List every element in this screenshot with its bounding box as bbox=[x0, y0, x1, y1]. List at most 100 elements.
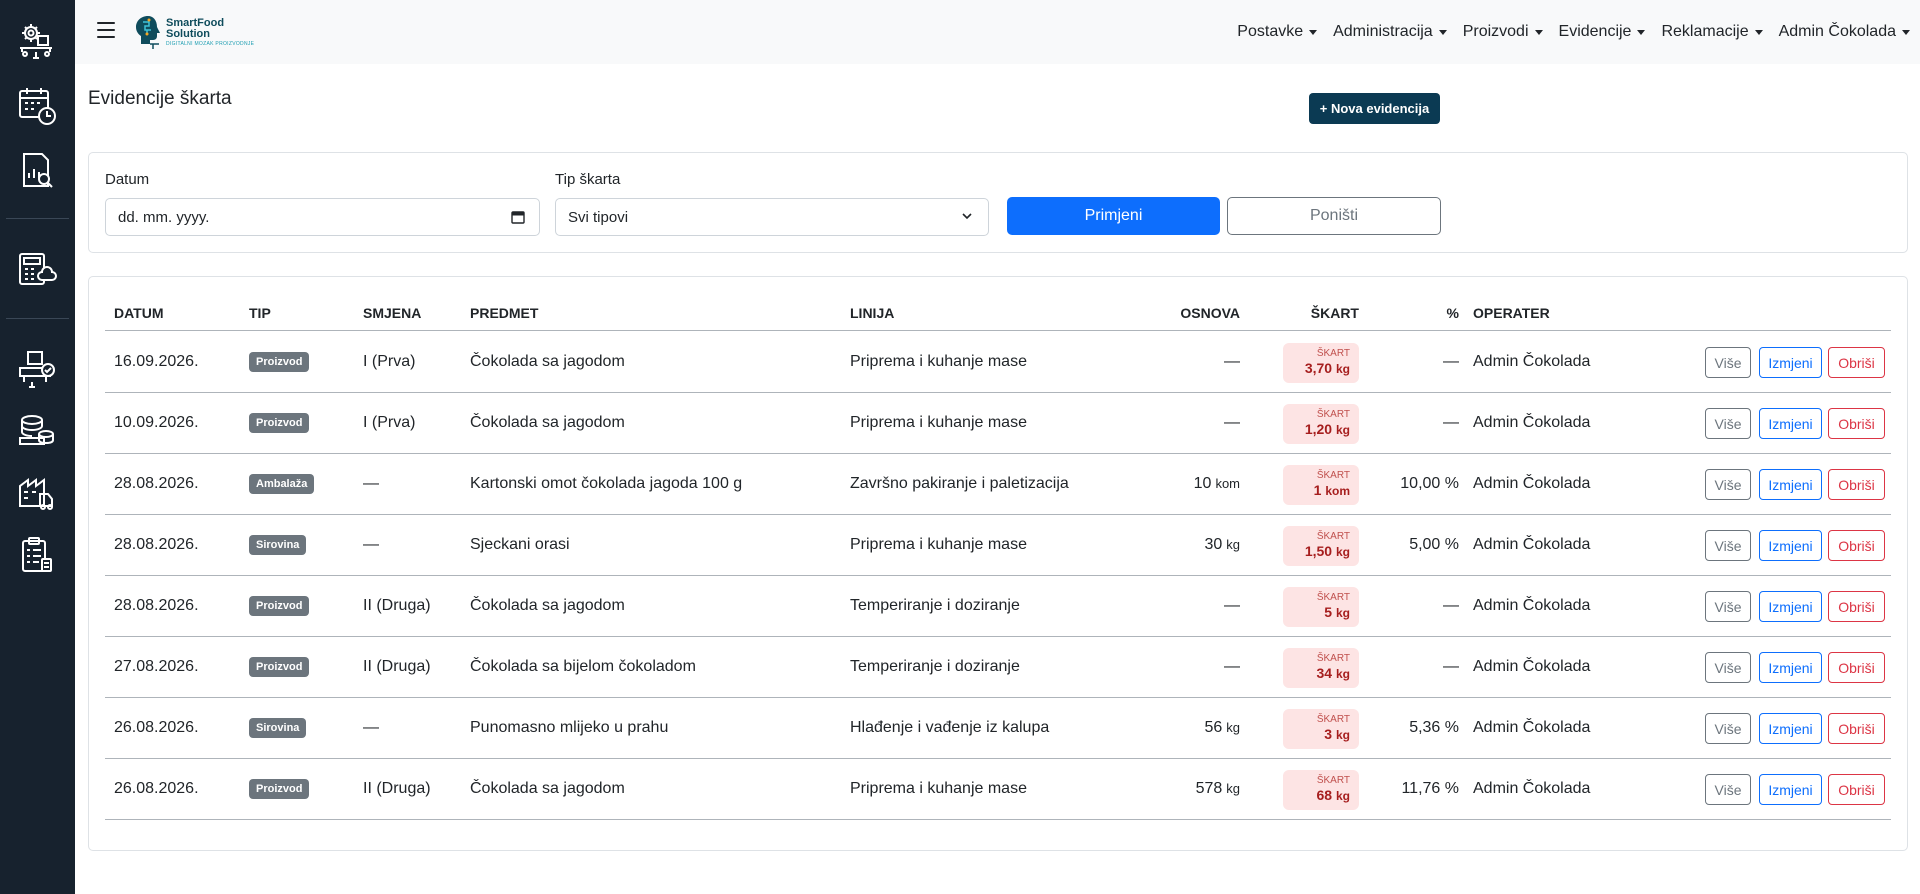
factory-truck-icon[interactable] bbox=[16, 472, 58, 514]
sidebar-separator bbox=[6, 218, 69, 219]
cell-linija: Temperiranje i doziranje bbox=[850, 597, 1020, 614]
cell-percent: — bbox=[1443, 414, 1459, 431]
nav-administracija[interactable]: Administracija bbox=[1333, 23, 1447, 41]
th-linija[interactable]: LINIJA bbox=[850, 295, 894, 331]
osnova-unit: kg bbox=[1226, 720, 1240, 735]
more-button[interactable]: Više bbox=[1705, 530, 1751, 561]
th-tip[interactable]: TIP bbox=[249, 295, 271, 331]
type-select[interactable]: Svi tipovi bbox=[555, 198, 989, 236]
edit-button[interactable]: Izmjeni bbox=[1759, 713, 1822, 744]
delete-button[interactable]: Obriši bbox=[1828, 469, 1885, 500]
cell-linija: Hlađenje i vađenje iz kalupa bbox=[850, 719, 1050, 736]
cell-linija: Temperiranje i doziranje bbox=[850, 658, 1020, 675]
table-row: 10.09.2026. Proizvod I (Prva) Čokolada s… bbox=[105, 393, 1891, 454]
skart-value: 34 bbox=[1316, 665, 1333, 681]
nav-evidencije[interactable]: Evidencije bbox=[1559, 23, 1646, 41]
clipboard-list-icon[interactable] bbox=[16, 535, 58, 577]
date-input[interactable]: dd. mm. yyyy. bbox=[105, 198, 540, 236]
edit-button[interactable]: Izmjeni bbox=[1759, 469, 1822, 500]
table-header: DATUM TIP SMJENA PREDMET LINIJA OSNOVA Š… bbox=[105, 295, 1891, 331]
cell-linija: Priprema i kuhanje mase bbox=[850, 414, 1027, 431]
delete-button[interactable]: Obriši bbox=[1828, 713, 1885, 744]
more-button[interactable]: Više bbox=[1705, 469, 1751, 500]
edit-button[interactable]: Izmjeni bbox=[1759, 347, 1822, 378]
type-badge: Proizvod bbox=[249, 778, 310, 799]
edit-button[interactable]: Izmjeni bbox=[1759, 591, 1822, 622]
cell-smjena: — bbox=[363, 536, 379, 553]
nav-label: Admin Čokolada bbox=[1778, 23, 1896, 40]
cell-tip: Proizvod bbox=[249, 332, 310, 392]
reset-filter-button[interactable]: Poništi bbox=[1227, 197, 1441, 235]
cell-datum: 26.08.2026. bbox=[114, 719, 199, 736]
osnova-value: 578 bbox=[1195, 780, 1223, 797]
th-operater[interactable]: OPERATER bbox=[1473, 295, 1550, 331]
delete-button[interactable]: Obriši bbox=[1828, 347, 1885, 378]
more-button[interactable]: Više bbox=[1705, 408, 1751, 439]
calendar-icon[interactable] bbox=[511, 210, 525, 224]
report-search-icon[interactable] bbox=[16, 150, 58, 192]
more-button[interactable]: Više bbox=[1705, 652, 1751, 683]
th-predmet[interactable]: PREDMET bbox=[470, 295, 538, 331]
stack-coins-icon[interactable] bbox=[16, 410, 58, 452]
cell-operater: Admin Čokolada bbox=[1473, 597, 1591, 614]
caret-down-icon bbox=[1438, 29, 1447, 35]
delete-button[interactable]: Obriši bbox=[1828, 774, 1885, 805]
th-osnova[interactable]: OSNOVA bbox=[1140, 295, 1240, 331]
cell-predmet: Čokolada sa jagodom bbox=[470, 597, 625, 614]
type-badge: Sirovina bbox=[249, 534, 307, 555]
delete-button[interactable]: Obriši bbox=[1828, 408, 1885, 439]
new-record-button[interactable]: + Nova evidencija bbox=[1309, 93, 1440, 124]
more-button[interactable]: Više bbox=[1705, 713, 1751, 744]
main-nav: Postavke Administracija Proizvodi Eviden… bbox=[1221, 0, 1910, 64]
topbar: SmartFood Solution DIGITALNI MOZAK PROIZ… bbox=[75, 0, 1920, 64]
th-percent[interactable]: % bbox=[1359, 295, 1459, 331]
delete-button[interactable]: Obriši bbox=[1828, 652, 1885, 683]
skart-unit: kg bbox=[1335, 423, 1350, 437]
cell-operater: Admin Čokolada bbox=[1473, 475, 1591, 492]
caret-down-icon bbox=[1534, 29, 1543, 35]
apply-filter-button[interactable]: Primjeni bbox=[1007, 197, 1220, 235]
cell-percent: 5,36 % bbox=[1409, 719, 1459, 736]
edit-button[interactable]: Izmjeni bbox=[1759, 530, 1822, 561]
cell-smjena: II (Druga) bbox=[363, 658, 431, 675]
cell-predmet: Sjeckani orasi bbox=[470, 536, 570, 553]
skart-value: 68 bbox=[1316, 787, 1333, 803]
delete-button[interactable]: Obriši bbox=[1828, 530, 1885, 561]
delete-button[interactable]: Obriši bbox=[1828, 591, 1885, 622]
table-row: 28.08.2026. Ambalaža — Kartonski omot čo… bbox=[105, 454, 1891, 515]
nav-label: Evidencije bbox=[1558, 23, 1632, 40]
cell-datum: 10.09.2026. bbox=[114, 414, 199, 431]
cell-osnova: 30 kg bbox=[1140, 515, 1240, 575]
cell-predmet: Kartonski omot čokolada jagoda 100 g bbox=[470, 475, 743, 492]
filter-card: Datum dd. mm. yyyy. Tip škarta Svi tipov… bbox=[88, 152, 1908, 253]
th-datum[interactable]: DATUM bbox=[114, 295, 164, 331]
more-button[interactable]: Više bbox=[1705, 591, 1751, 622]
more-button[interactable]: Više bbox=[1705, 774, 1751, 805]
more-button[interactable]: Više bbox=[1705, 347, 1751, 378]
cell-datum: 16.09.2026. bbox=[114, 353, 199, 370]
nav-reklamacije[interactable]: Reklamacije bbox=[1661, 23, 1763, 41]
app-logo[interactable]: SmartFood Solution DIGITALNI MOZAK PROIZ… bbox=[133, 12, 254, 52]
cell-smjena: II (Druga) bbox=[363, 780, 431, 797]
settings-conveyor-icon[interactable] bbox=[16, 20, 58, 62]
calendar-clock-icon[interactable] bbox=[16, 85, 58, 127]
th-smjena[interactable]: SMJENA bbox=[363, 295, 421, 331]
chevron-down-icon bbox=[962, 213, 972, 220]
skart-pill-label: ŠKART bbox=[1316, 714, 1350, 725]
skart-unit: kg bbox=[1335, 545, 1350, 559]
cell-operater: Admin Čokolada bbox=[1473, 658, 1591, 675]
menu-toggle-icon[interactable] bbox=[97, 22, 115, 38]
nav-user-menu[interactable]: Admin Čokolada bbox=[1779, 23, 1910, 41]
calculator-cloud-icon[interactable] bbox=[16, 248, 58, 290]
nav-postavke[interactable]: Postavke bbox=[1237, 23, 1318, 41]
type-badge: Proizvod bbox=[249, 595, 310, 616]
nav-proizvodi[interactable]: Proizvodi bbox=[1463, 23, 1543, 41]
package-check-icon[interactable] bbox=[16, 348, 58, 390]
nav-label: Administracija bbox=[1333, 23, 1433, 40]
edit-button[interactable]: Izmjeni bbox=[1759, 408, 1822, 439]
skart-pill-value: 3 kg bbox=[1283, 726, 1350, 744]
edit-button[interactable]: Izmjeni bbox=[1759, 774, 1822, 805]
th-skart[interactable]: ŠKART bbox=[1259, 295, 1359, 331]
edit-button[interactable]: Izmjeni bbox=[1759, 652, 1822, 683]
skart-pill: ŠKART 68 kg bbox=[1283, 770, 1359, 810]
